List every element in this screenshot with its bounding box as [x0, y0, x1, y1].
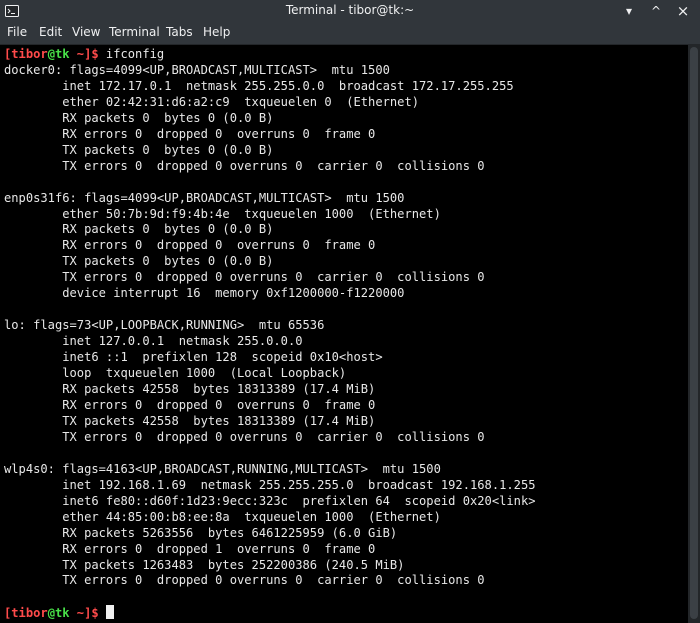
prompt-host: @tk [47, 47, 70, 61]
menu-help[interactable]: Help [203, 25, 230, 39]
maximize-button[interactable]: ^ [648, 3, 664, 19]
output-line: docker0: flags=4099<UP,BROADCAST,MULTICA… [4, 62, 390, 77]
prompt-dir: ~]$ [69, 606, 99, 621]
scrollbar-thumb[interactable] [690, 47, 698, 619]
output-line: TX packets 0 bytes 0 (0.0 B) [4, 254, 274, 269]
menu-view[interactable]: View [72, 25, 100, 39]
window-titlebar[interactable]: Terminal - tibor@tk:~ ▾ ^ × [0, 0, 700, 22]
output-line: RX errors 0 dropped 0 overruns 0 frame 0 [4, 238, 376, 253]
text-cursor [105, 605, 114, 620]
output-line: ether 02:42:31:d6:a2:c9 txqueuelen 0 (Et… [4, 94, 420, 109]
output-line: TX errors 0 dropped 0 overruns 0 carrier… [4, 573, 485, 588]
output-line: RX packets 0 bytes 0 (0.0 B) [4, 222, 274, 237]
menu-edit[interactable]: Edit [39, 25, 62, 39]
output-line: loop txqueuelen 1000 (Local Loopback) [4, 366, 347, 381]
output-line: RX packets 5263556 bytes 6461225959 (6.0… [4, 525, 398, 540]
prompt: [tibor@tk ~]$ [4, 47, 99, 61]
output-line: RX errors 0 dropped 0 overruns 0 frame 0 [4, 397, 376, 412]
output-line: inet6 fe80::d60f:1d23:9ecc:323c prefixle… [4, 493, 536, 508]
output-line: inet 172.17.0.1 netmask 255.255.0.0 broa… [4, 78, 514, 93]
output-line: ether 44:85:00:b8:ee:8a txqueuelen 1000 … [4, 509, 441, 524]
command-text [99, 606, 106, 620]
output-line: inet6 ::1 prefixlen 128 scopeid 0x10<hos… [4, 350, 383, 365]
output-line: TX errors 0 dropped 0 overruns 0 carrier… [4, 429, 485, 444]
output-line: RX errors 0 dropped 0 overruns 0 frame 0 [4, 126, 376, 141]
terminal-viewport[interactable]: [tibor@tk ~]$ ifconfig docker0: flags=40… [0, 45, 688, 623]
menu-tabs[interactable]: Tabs [166, 25, 193, 39]
output-line: TX packets 42558 bytes 18313389 (17.4 Mi… [4, 413, 376, 428]
prompt-user: tibor [11, 47, 48, 61]
menu-file[interactable]: File [7, 25, 27, 39]
prompt-host: @tk [47, 606, 70, 621]
output-line: device interrupt 16 memory 0xf1200000-f1… [4, 286, 405, 301]
command-text: ifconfig [98, 47, 165, 61]
output-line: TX packets 1263483 bytes 252200386 (240.… [4, 557, 405, 572]
output-line: RX errors 0 dropped 1 overruns 0 frame 0 [4, 541, 376, 556]
prompt-user: tibor [11, 606, 48, 621]
close-button[interactable]: × [675, 3, 691, 19]
output-line: TX packets 0 bytes 0 (0.0 B) [4, 142, 274, 157]
output-line: RX packets 0 bytes 0 (0.0 B) [4, 110, 274, 125]
output-line: enp0s31f6: flags=4099<UP,BROADCAST,MULTI… [4, 190, 405, 205]
output-line: inet 192.168.1.69 netmask 255.255.255.0 … [4, 477, 536, 492]
prompt-dir: ~]$ [69, 47, 99, 61]
window-title: Terminal - tibor@tk:~ [285, 3, 415, 17]
output-line: lo: flags=73<UP,LOOPBACK,RUNNING> mtu 65… [4, 318, 325, 333]
menu-terminal[interactable]: Terminal [109, 25, 160, 39]
vertical-scrollbar[interactable] [688, 45, 700, 623]
output-line: inet 127.0.0.1 netmask 255.0.0.0 [4, 334, 303, 349]
output-line: RX packets 42558 bytes 18313389 (17.4 Mi… [4, 382, 376, 397]
terminal-output: [tibor@tk ~]$ ifconfig docker0: flags=40… [4, 47, 536, 622]
output-line: TX errors 0 dropped 0 overruns 0 carrier… [4, 158, 485, 173]
output-line: wlp4s0: flags=4163<UP,BROADCAST,RUNNING,… [4, 461, 441, 476]
final-prompt: [tibor@tk ~]$ [4, 606, 99, 620]
menubar: File Edit View Terminal Tabs Help [0, 22, 700, 45]
output-line: TX errors 0 dropped 0 overruns 0 carrier… [4, 270, 485, 285]
minimize-button[interactable]: ▾ [621, 3, 637, 19]
output-line: ether 50:7b:9d:f9:4b:4e txqueuelen 1000 … [4, 206, 441, 221]
